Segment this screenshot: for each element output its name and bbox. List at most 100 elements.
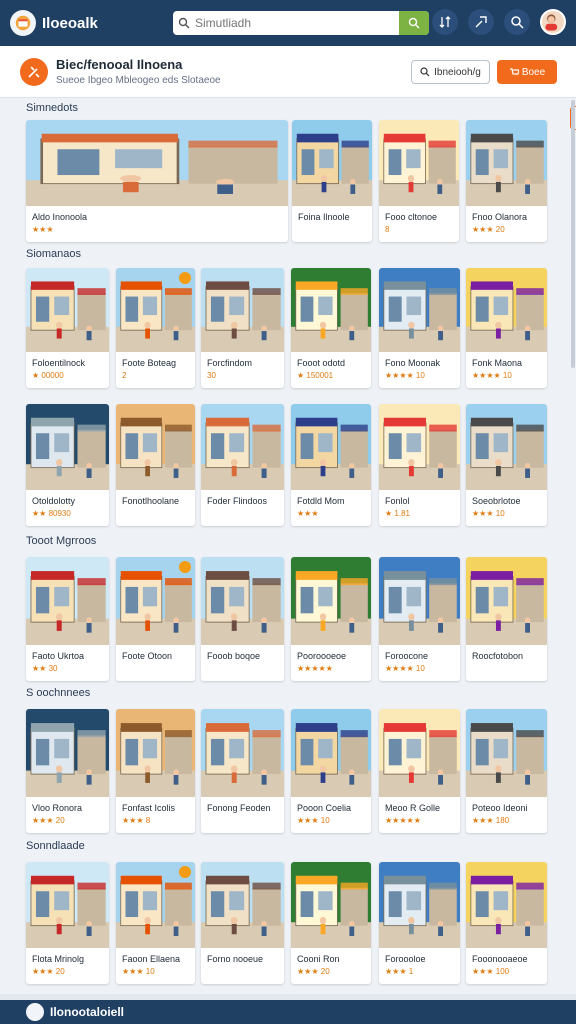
- store-card[interactable]: Vloo Ronora ★★★ 20: [26, 709, 109, 833]
- store-card[interactable]: Foder Flindoos: [201, 404, 284, 526]
- store-name: Faoto Ukrtoa: [32, 651, 85, 661]
- store-card[interactable]: Forno nooeue: [201, 862, 284, 984]
- store-thumbnail: [201, 268, 284, 352]
- store-card[interactable]: Foina Ilnoole: [292, 120, 372, 242]
- store-card[interactable]: Poteoo Ideoni ★★★ 180: [466, 709, 547, 833]
- store-card[interactable]: Faoon Ellaena ★★★ 10: [116, 862, 195, 984]
- store-thumbnail: [201, 557, 284, 645]
- top-navigation-bar: Iloeoalk: [0, 0, 576, 46]
- sort-icon[interactable]: [432, 9, 458, 35]
- store-name: Fonotlhoolane: [122, 496, 180, 506]
- store-thumbnail: [379, 268, 460, 352]
- store-name: Aldo Inonoola: [32, 212, 88, 222]
- share-icon[interactable]: [468, 9, 494, 35]
- store-card[interactable]: Flota Mrinolg ★★★ 20: [26, 862, 109, 984]
- store-card[interactable]: Foote Boteag 2: [116, 268, 195, 388]
- store-thumbnail: [26, 120, 288, 206]
- store-card[interactable]: Foroooloe ★★★ 1: [379, 862, 460, 984]
- search-submit-icon: [408, 17, 420, 29]
- store-name: Foroocone: [385, 651, 429, 661]
- store-card[interactable]: Fooo cltonoe 8: [379, 120, 459, 242]
- store-card[interactable]: Fooob boqoe: [201, 557, 284, 681]
- store-rating: 8: [385, 225, 390, 234]
- store-thumbnail: [291, 709, 371, 797]
- store-card[interactable]: Fotdld Mom ★★★: [291, 404, 371, 526]
- store-card[interactable]: Fnoo Olanora ★★★ 20: [466, 120, 547, 242]
- store-card[interactable]: Foroocone ★★★★ 10: [379, 557, 460, 681]
- search-input[interactable]: [195, 16, 399, 30]
- store-card[interactable]: Fono Moonak ★★★★ 10: [379, 268, 460, 388]
- store-card[interactable]: Fonotlhoolane: [116, 404, 195, 526]
- store-card[interactable]: Foote Otoon: [116, 557, 195, 681]
- search-bar[interactable]: [173, 11, 429, 35]
- search-icon: [173, 17, 195, 29]
- section-title: Tooot Mgrroos: [26, 535, 97, 547]
- store-thumbnail: [26, 862, 109, 948]
- section-title: S oochnnees: [26, 687, 91, 699]
- store-card[interactable]: Otoldolotty ★★ 80930: [26, 404, 109, 526]
- store-name: Meoo R Golle: [385, 803, 441, 813]
- store-card[interactable]: Pooon Coelia ★★★ 10: [291, 709, 371, 833]
- store-card[interactable]: Cooni Ron ★★★ 20: [291, 862, 371, 984]
- store-card[interactable]: Meoo R Golle ★★★★★: [379, 709, 460, 833]
- store-rating: ★★★ 180: [472, 816, 510, 825]
- store-rating: ★★★★ 10: [385, 664, 425, 673]
- store-card[interactable]: Fonlol ★ 1.81: [379, 404, 460, 526]
- page-header: Biec/fenooal Ilnoena Sueoe Ibgeo Mbleoge…: [0, 46, 576, 130]
- store-name: Fooob boqoe: [207, 651, 261, 661]
- store-rating: ★★★ 20: [472, 225, 505, 234]
- store-rating: ★★★ 20: [32, 967, 65, 976]
- favorite-badge[interactable]: [179, 866, 191, 878]
- store-name: Poteoo Ideoni: [472, 803, 528, 813]
- section-title: Simnedots: [26, 102, 78, 114]
- bottom-bar: Ilonootaloiell: [0, 1000, 576, 1024]
- filter-icon: [420, 67, 430, 77]
- search-submit-button[interactable]: [399, 11, 429, 35]
- store-thumbnail: [466, 709, 547, 797]
- action-button[interactable]: Boee: [497, 60, 557, 84]
- app-logo[interactable]: Iloeoalk: [10, 10, 170, 36]
- store-card[interactable]: Soeobrlotoe ★★★ 10: [466, 404, 547, 526]
- store-thumbnail: [466, 268, 547, 352]
- store-card[interactable]: Pooroooeoe ★★★★★: [291, 557, 371, 681]
- magnifier-icon[interactable]: [504, 9, 530, 35]
- store-rating: [292, 222, 372, 225]
- store-card[interactable]: Fonk Maona ★★★★ 10: [466, 268, 547, 388]
- filter-button[interactable]: Ibneiooh/g: [411, 60, 490, 84]
- store-rating: ★★★ 10: [297, 816, 330, 825]
- store-thumbnail: [116, 268, 195, 352]
- store-thumbnail: [291, 862, 371, 948]
- favorite-badge[interactable]: [179, 272, 191, 284]
- store-name: Fonong Feoden: [207, 803, 271, 813]
- store-card[interactable]: Fooonooaeoe ★★★ 100: [466, 862, 547, 984]
- store-card[interactable]: Faoto Ukrtoa ★★ 30: [26, 557, 109, 681]
- store-card[interactable]: Fonong Feoden: [201, 709, 284, 833]
- store-thumbnail: [466, 120, 547, 206]
- store-name: Foote Boteag: [122, 358, 177, 368]
- store-thumbnail: [292, 120, 372, 206]
- footer-label: Ilonootaloiell: [50, 1005, 124, 1019]
- store-card[interactable]: Foloentilnock ★ 00000: [26, 268, 109, 388]
- scrollbar[interactable]: [571, 100, 575, 368]
- store-rating: [116, 506, 195, 509]
- store-card[interactable]: Aldo Inonoola ★★★: [26, 120, 288, 242]
- store-name: Fooo cltonoe: [385, 212, 438, 222]
- store-card[interactable]: Fooot odotd ★ 150001: [291, 268, 371, 388]
- section-title: Sonndlaade: [26, 840, 85, 852]
- store-rating: ★★★★★: [297, 664, 333, 673]
- store-card[interactable]: Forcfindom 30: [201, 268, 284, 388]
- store-name: Fonfast Icolis: [122, 803, 176, 813]
- store-rating: ★ 00000: [32, 371, 64, 380]
- store-card[interactable]: Roocfotobon: [466, 557, 547, 681]
- store-thumbnail: [466, 404, 547, 490]
- favorite-badge[interactable]: [179, 561, 191, 573]
- user-avatar[interactable]: [540, 9, 566, 35]
- store-name: Forno nooeue: [207, 954, 264, 964]
- store-rating: ★★★ 20: [32, 816, 65, 825]
- footer-logo-icon: [26, 1003, 44, 1021]
- store-rating: 30: [207, 371, 216, 380]
- store-rating: [201, 964, 284, 967]
- store-thumbnail: [201, 404, 284, 490]
- store-name: Foroooloe: [385, 954, 426, 964]
- store-card[interactable]: Fonfast Icolis ★★★ 8: [116, 709, 195, 833]
